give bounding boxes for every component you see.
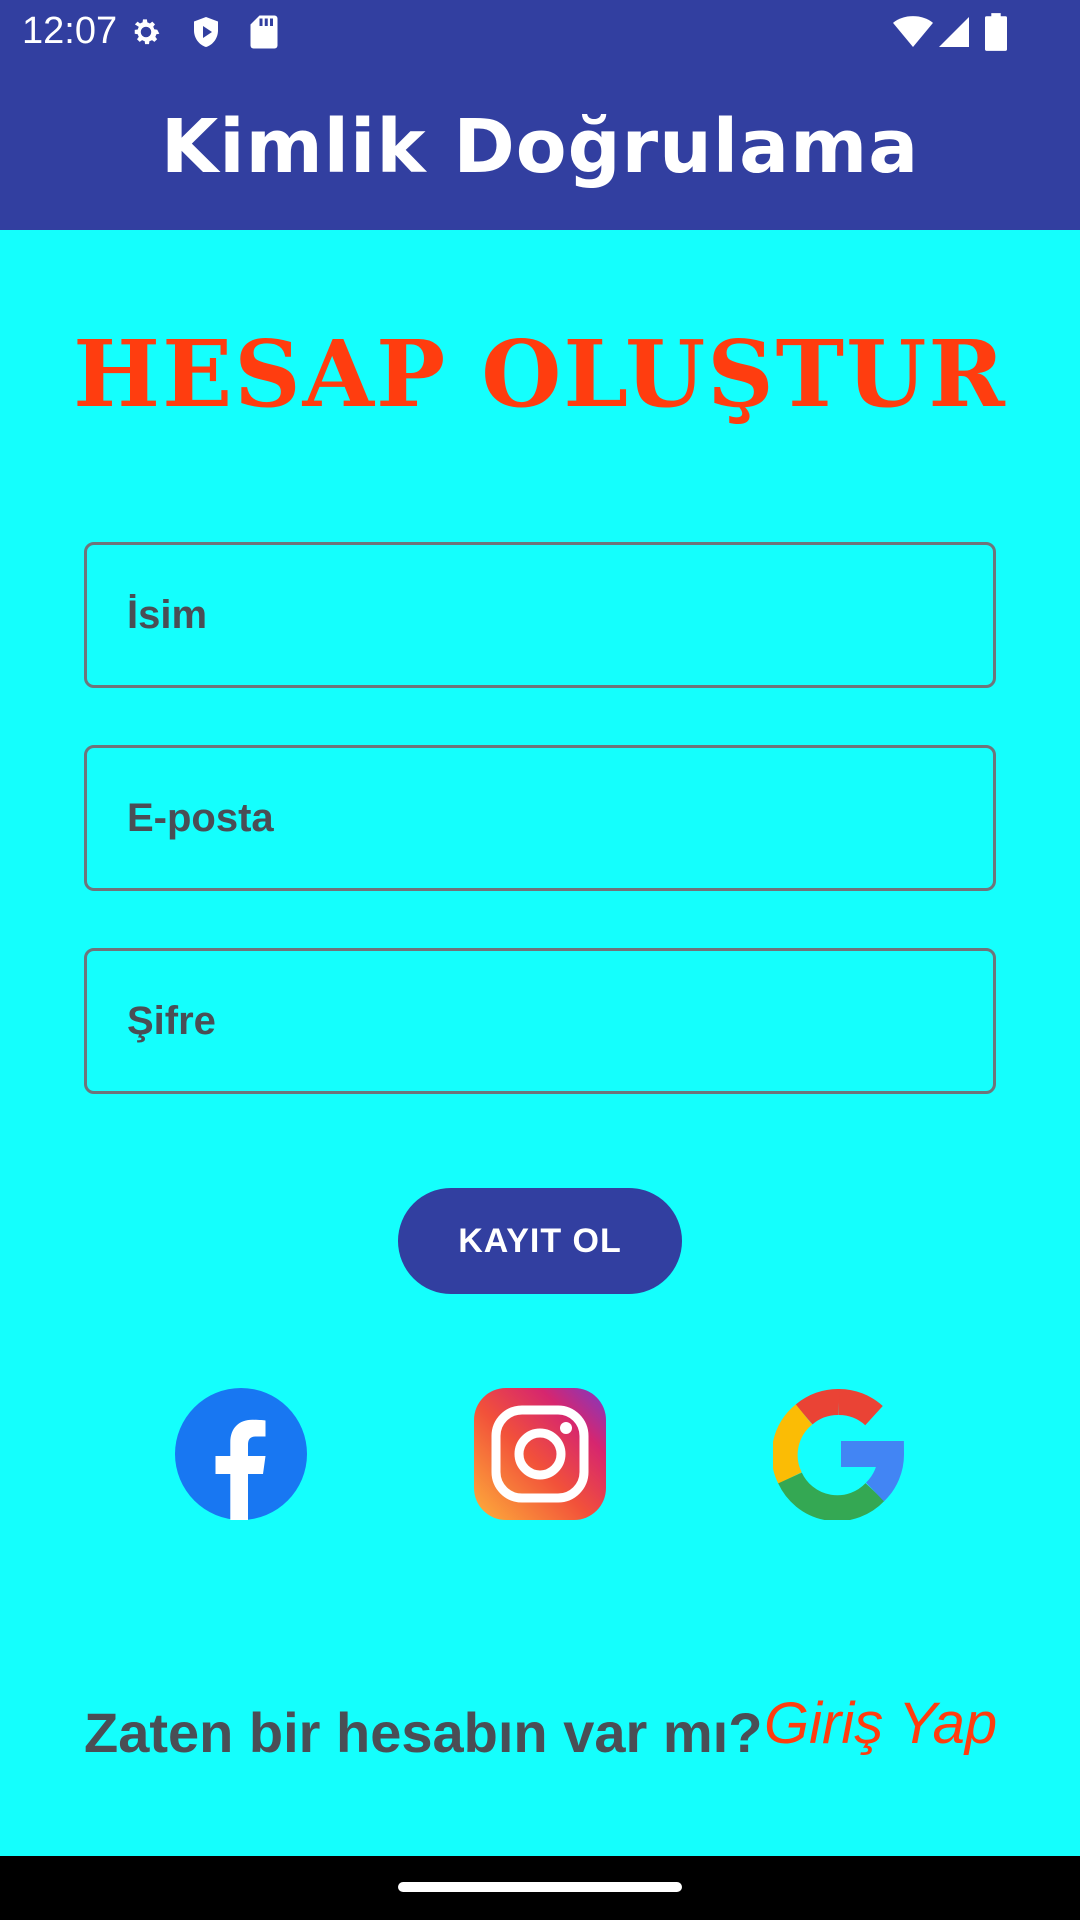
gear-icon bbox=[134, 19, 160, 45]
app-bar: Kimlik Doğrulama bbox=[0, 64, 1080, 230]
login-link[interactable]: Giriş Yap bbox=[764, 1690, 997, 1757]
google-icon[interactable] bbox=[773, 1388, 905, 1520]
email-field[interactable] bbox=[84, 745, 996, 891]
email-input[interactable] bbox=[127, 748, 993, 888]
password-input[interactable] bbox=[127, 951, 993, 1091]
facebook-icon[interactable] bbox=[175, 1388, 307, 1520]
navigation-bar bbox=[0, 1856, 1080, 1920]
name-field[interactable] bbox=[84, 542, 996, 688]
page-heading: HESAP OLUŞTUR bbox=[73, 320, 1007, 428]
status-bar: 12:07 bbox=[0, 0, 1080, 64]
footer-question: Zaten bir hesabın var mı? bbox=[84, 1701, 763, 1764]
app-title: Kimlik Doğrulama bbox=[160, 104, 920, 190]
password-field[interactable] bbox=[84, 948, 996, 1094]
instagram-icon[interactable] bbox=[474, 1388, 606, 1520]
status-time: 12:07 bbox=[22, 10, 118, 52]
sd-card-icon bbox=[250, 15, 278, 49]
battery-icon bbox=[985, 13, 1007, 51]
signal-icon bbox=[939, 17, 969, 47]
wifi-icon bbox=[893, 16, 933, 47]
home-handle[interactable] bbox=[398, 1882, 682, 1892]
register-button[interactable]: KAYIT OL bbox=[398, 1188, 682, 1294]
name-input[interactable] bbox=[127, 545, 993, 685]
shield-play-icon bbox=[194, 17, 218, 47]
